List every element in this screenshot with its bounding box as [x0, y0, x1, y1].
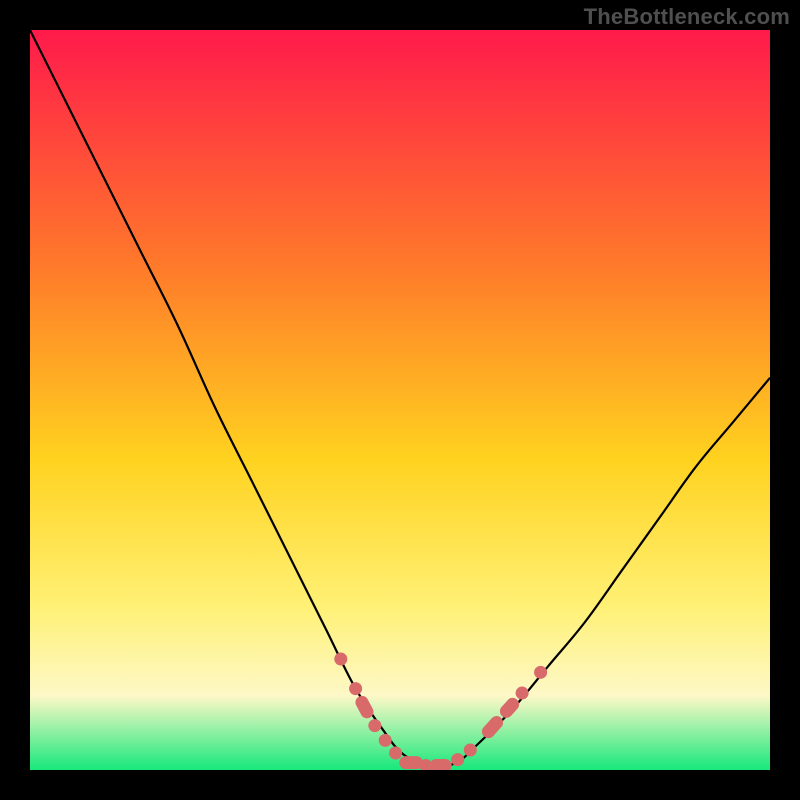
watermark-text: TheBottleneck.com: [584, 4, 790, 30]
curve-marker: [430, 759, 452, 770]
curve-marker: [368, 719, 381, 732]
curve-marker: [451, 753, 464, 766]
curve-marker: [464, 744, 477, 757]
curve-marker: [516, 687, 529, 700]
curve-marker: [334, 653, 347, 666]
chart-frame: TheBottleneck.com: [0, 0, 800, 800]
curve-marker: [379, 734, 392, 747]
curve-marker: [389, 746, 402, 759]
curve-marker: [534, 666, 547, 679]
bottleneck-chart: [30, 30, 770, 770]
curve-marker: [349, 682, 362, 695]
curve-marker: [399, 756, 423, 769]
gradient-background: [30, 30, 770, 770]
